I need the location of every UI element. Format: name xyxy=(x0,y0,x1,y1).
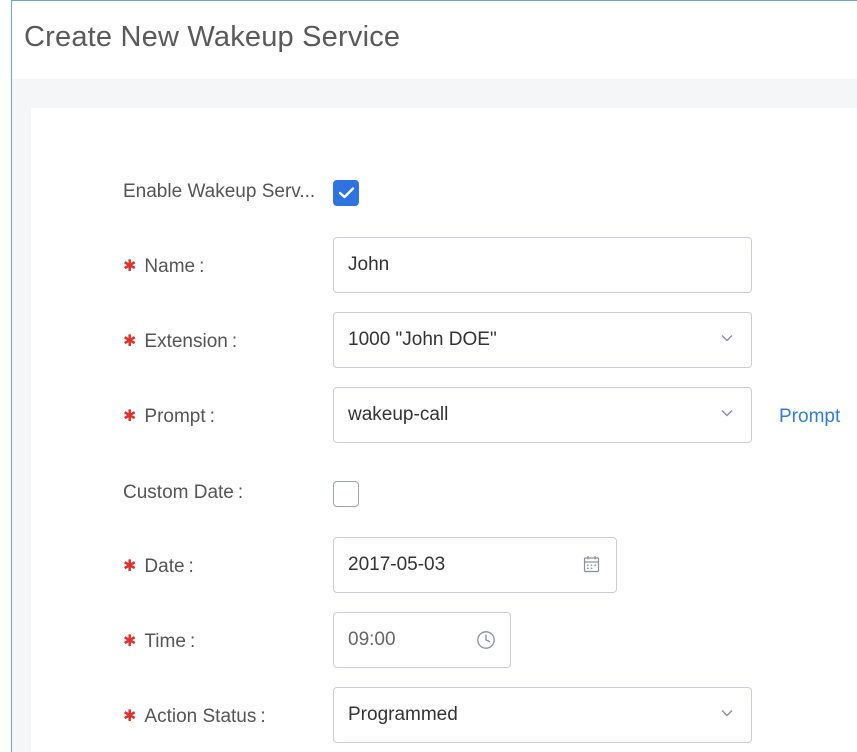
action-status-value: Programmed xyxy=(348,704,458,725)
name-label: ✱ Name: xyxy=(123,256,205,277)
required-marker: ✱ xyxy=(123,708,137,725)
required-marker: ✱ xyxy=(123,333,137,350)
clock-icon[interactable] xyxy=(476,630,496,650)
time-picker[interactable]: 09:00 xyxy=(333,612,511,668)
chevron-down-icon xyxy=(721,410,733,417)
extension-label: ✱ Extension: xyxy=(123,331,238,352)
time-label: ✱ Time: xyxy=(123,631,196,652)
date-picker[interactable]: 2017-05-03 xyxy=(333,537,617,593)
required-marker: ✱ xyxy=(123,408,137,425)
form-panel: Enable Wakeup Serv... ✱ Name: John ✱ Exten… xyxy=(31,108,857,752)
name-value: John xyxy=(348,254,390,275)
action-status-row: ✱ Action Status: Programmed xyxy=(31,687,857,743)
extension-row: ✱ Extension: 1000 "John DOE" xyxy=(31,312,857,368)
required-marker: ✱ xyxy=(123,633,137,650)
enable-row: Enable Wakeup Serv... xyxy=(31,165,857,221)
chevron-down-icon xyxy=(721,335,733,342)
prompt-link[interactable]: Prompt xyxy=(779,406,840,428)
prompt-value: wakeup-call xyxy=(348,404,449,425)
time-value: 09:00 xyxy=(348,629,396,650)
prompt-label: ✱ Prompt: xyxy=(123,406,215,427)
custom-date-label: Custom Date: xyxy=(123,482,244,503)
dialog-header: Create New Wakeup Service xyxy=(12,1,857,79)
custom-date-row: Custom Date: xyxy=(31,463,857,519)
time-row: ✱ Time: 09:00 xyxy=(31,612,857,668)
date-value: 2017-05-03 xyxy=(348,554,446,575)
date-label: ✱ Date: xyxy=(123,556,194,577)
custom-date-checkbox[interactable] xyxy=(333,481,359,507)
name-row: ✱ Name: John xyxy=(31,237,857,293)
enable-label: Enable Wakeup Serv... xyxy=(123,181,316,202)
check-icon xyxy=(338,187,355,199)
calendar-icon[interactable] xyxy=(583,555,600,573)
extension-select[interactable]: 1000 "John DOE" xyxy=(333,312,752,368)
required-marker: ✱ xyxy=(123,558,137,575)
chevron-down-icon xyxy=(721,710,733,717)
extension-value: 1000 "John DOE" xyxy=(348,329,497,350)
prompt-row: ✱ Prompt: wakeup-call Prompt xyxy=(31,387,857,443)
prompt-select[interactable]: wakeup-call xyxy=(333,387,752,443)
action-status-select[interactable]: Programmed xyxy=(333,687,752,743)
required-marker: ✱ xyxy=(123,258,137,275)
action-status-label: ✱ Action Status: xyxy=(123,706,266,727)
enable-checkbox[interactable] xyxy=(333,180,359,206)
name-input[interactable]: John xyxy=(333,237,752,293)
page-title: Create New Wakeup Service xyxy=(24,21,401,53)
date-row: ✱ Date: 2017-05-03 xyxy=(31,537,857,593)
